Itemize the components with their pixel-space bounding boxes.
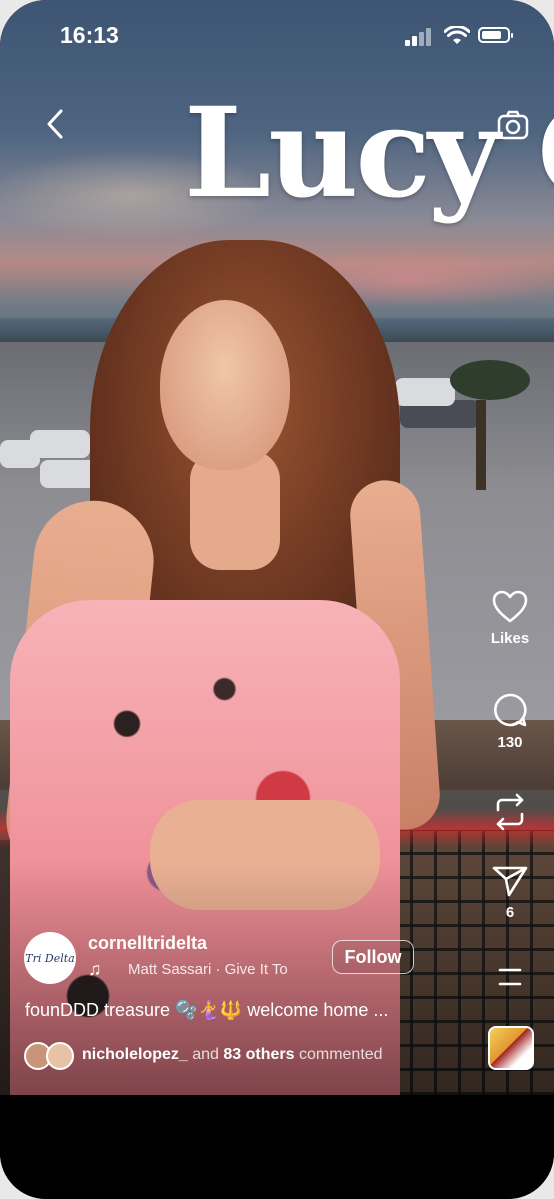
commenter-username: nicholelopez_ bbox=[82, 1046, 188, 1063]
heart-icon bbox=[492, 590, 528, 623]
follow-button[interactable]: Follow bbox=[332, 940, 414, 974]
commenter-avatar bbox=[46, 1042, 74, 1070]
back-chevron-icon[interactable] bbox=[40, 108, 72, 140]
like-button[interactable]: Likes bbox=[486, 590, 534, 647]
more-button[interactable] bbox=[486, 962, 534, 990]
comment-button[interactable]: 130 bbox=[486, 692, 534, 751]
reels-screen: Lucy C 16:13 Likes bbox=[0, 0, 554, 1199]
comment-icon bbox=[494, 693, 527, 727]
shares-count: 6 bbox=[505, 904, 515, 921]
car bbox=[30, 430, 90, 458]
share-button[interactable]: 6 bbox=[486, 864, 534, 921]
cellular-signal-icon bbox=[405, 28, 433, 46]
status-time: 16:13 bbox=[60, 22, 119, 48]
author-avatar[interactable]: Tri Delta bbox=[24, 932, 76, 984]
author-avatar-logo: Tri Delta bbox=[25, 951, 75, 965]
car bbox=[395, 378, 455, 406]
music-track[interactable]: Matt Sassari · Give It To bbox=[128, 961, 318, 978]
audio-thumbnail[interactable] bbox=[488, 1026, 534, 1070]
more-icon bbox=[498, 968, 522, 986]
battery-level bbox=[482, 31, 501, 39]
camera-icon[interactable] bbox=[496, 108, 530, 142]
commenter-others: 83 others bbox=[223, 1046, 295, 1063]
likes-label: Likes bbox=[490, 630, 530, 647]
post-caption[interactable]: founDDD treasure 🫧🧜‍♀️🔱 welcome home ... bbox=[25, 1000, 445, 1021]
commenter-avatars[interactable] bbox=[24, 1042, 78, 1070]
wifi-icon bbox=[444, 26, 470, 44]
palm-trunk bbox=[476, 400, 486, 490]
music-note-icon: ♫ bbox=[88, 959, 102, 979]
comments-count: 130 bbox=[497, 734, 523, 751]
repost-button[interactable] bbox=[486, 792, 534, 832]
bottom-black-area bbox=[0, 1095, 554, 1199]
comments-summary[interactable]: nicholelopez_ and 83 others commented bbox=[82, 1046, 383, 1064]
status-bar: 16:13 bbox=[0, 0, 554, 70]
author-username[interactable]: cornelltridelta bbox=[88, 933, 207, 954]
battery-icon bbox=[478, 27, 513, 43]
reel-video-frame[interactable]: Lucy C bbox=[0, 0, 554, 1095]
palm-leaves bbox=[450, 360, 530, 400]
person-face bbox=[160, 300, 290, 470]
send-icon bbox=[492, 866, 528, 897]
repost-icon bbox=[496, 793, 524, 831]
